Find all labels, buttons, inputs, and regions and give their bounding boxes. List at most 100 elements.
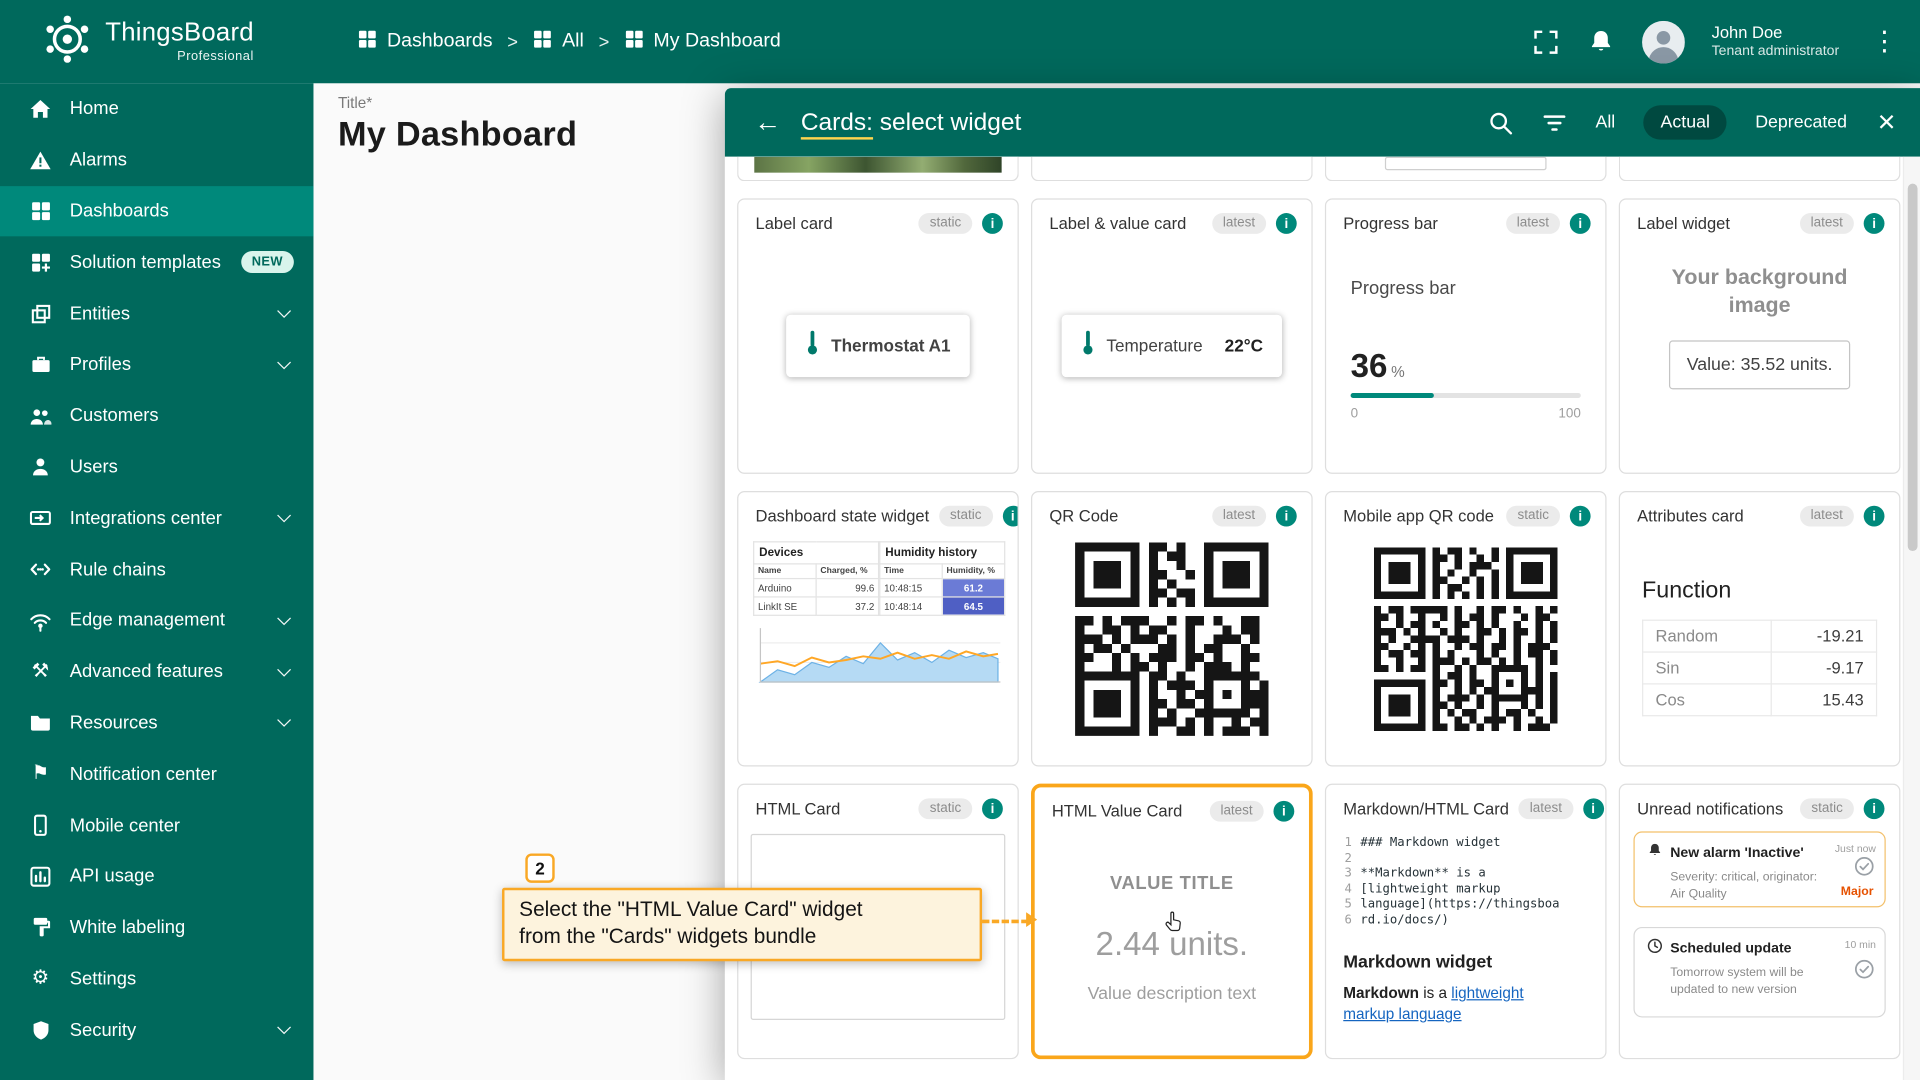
widget-card-title: Label & value card <box>1049 214 1186 232</box>
user-role: Tenant administrator <box>1712 43 1840 61</box>
info-icon[interactable]: i <box>1276 213 1297 234</box>
widget-card-label-value-card[interactable]: Label & value card latest i Temperature … <box>1031 198 1313 474</box>
sidebar-item-label: Mobile center <box>70 815 180 836</box>
info-icon[interactable]: i <box>1583 798 1604 819</box>
sidebar-item-security[interactable]: Security <box>0 1005 313 1056</box>
widget-card-qr-code[interactable]: QR Code latest i <box>1031 491 1313 767</box>
info-icon[interactable]: i <box>1864 506 1885 527</box>
table-row: LinkIt SE 37.2 <box>754 597 879 615</box>
breadcrumb-all[interactable]: All <box>533 29 584 55</box>
widget-card-progress-bar[interactable]: Progress bar latest i Progress bar 36% 0… <box>1325 198 1607 474</box>
brand[interactable]: ThingsBoard Professional <box>0 13 313 71</box>
state-tables: Devices Name Charged, % Arduino 99.6 <box>753 541 1005 616</box>
sidebar-item-api-usage[interactable]: API usage <box>0 851 313 902</box>
device-label: Thermostat A1 <box>831 336 950 356</box>
user-info[interactable]: John Doe Tenant administrator <box>1712 22 1840 62</box>
sidebar-item-rule-chains[interactable]: Rule chains <box>0 544 313 595</box>
sidebar-item-notification-center[interactable]: ⚑ Notification center <box>0 749 313 800</box>
info-icon[interactable]: i <box>1864 213 1885 234</box>
dashboards-grid-icon <box>27 201 54 222</box>
breadcrumb-dashboards[interactable]: Dashboards <box>358 29 493 55</box>
widget-type-badge: latest <box>1519 798 1573 819</box>
widget-card-title: Progress bar <box>1343 214 1438 232</box>
sidebar-item-edge-management[interactable]: Edge management <box>0 595 313 646</box>
info-icon[interactable]: i <box>1864 798 1885 819</box>
integration-input-icon <box>27 507 54 529</box>
widget-card-label-card[interactable]: Label card static i Thermostat A1 <box>737 198 1019 474</box>
sidebar-item-settings[interactable]: ⚙ Settings <box>0 953 313 1004</box>
dialog-actions: All Actual Deprecated × <box>1488 105 1920 139</box>
info-icon[interactable]: i <box>1002 506 1018 527</box>
info-icon[interactable]: i <box>1570 213 1591 234</box>
notifications-bell-icon[interactable] <box>1587 28 1615 56</box>
widget-card-markdown-html-card[interactable]: Markdown/HTML Card latest i 1### Markdow… <box>1325 784 1607 1060</box>
info-icon[interactable]: i <box>1273 801 1294 822</box>
qr-code-image <box>1374 547 1558 731</box>
scrollbar-thumb[interactable] <box>1907 184 1917 551</box>
thermometer-icon <box>1081 329 1094 362</box>
bell-icon <box>1647 842 1663 864</box>
partial-widget-card[interactable] <box>737 157 1019 181</box>
widget-type-badge: static <box>919 213 972 234</box>
sidebar-item-white-labeling[interactable]: White labeling <box>0 902 313 953</box>
filter-chip-actual[interactable]: Actual <box>1643 105 1727 139</box>
sidebar-item-mobile-center[interactable]: Mobile center <box>0 800 313 851</box>
back-arrow-icon[interactable]: ← <box>754 107 781 139</box>
mini-line-chart <box>753 623 1005 689</box>
widget-card-mobile-qr-code[interactable]: Mobile app QR code static i <box>1325 491 1607 767</box>
chevron-down-icon <box>277 611 291 625</box>
search-icon[interactable] <box>1488 110 1514 136</box>
tutorial-step-badge: 2 <box>525 853 554 882</box>
sidebar-item-advanced-features[interactable]: ⚒ Advanced features <box>0 646 313 697</box>
chevron-down-icon <box>277 662 291 676</box>
entities-icon <box>27 303 54 324</box>
bundle-name[interactable]: Cards: <box>801 108 873 139</box>
sidebar-item-dashboards[interactable]: Dashboards <box>0 186 313 237</box>
widget-card-attributes-card[interactable]: Attributes card latest i Function Random… <box>1619 491 1901 767</box>
user-avatar[interactable] <box>1642 20 1685 63</box>
sidebar-item-home[interactable]: Home <box>0 83 313 134</box>
info-icon[interactable]: i <box>982 213 1003 234</box>
info-icon[interactable]: i <box>982 798 1003 819</box>
sidebar-item-label: Notification center <box>70 764 217 785</box>
table-row: Arduino 99.6 <box>754 579 879 597</box>
widget-card-label-widget[interactable]: Label widget latest i Your background im… <box>1619 198 1901 474</box>
sidebar-item-alarms[interactable]: Alarms <box>0 134 313 185</box>
chevron-down-icon <box>277 509 291 523</box>
info-icon[interactable]: i <box>1570 506 1591 527</box>
filter-icon[interactable] <box>1542 110 1568 136</box>
partial-widget-card[interactable] <box>1619 157 1901 181</box>
markdown-preview-paragraph: Markdown is a lightweight markup languag… <box>1343 983 1578 1024</box>
chevron-down-icon <box>277 304 291 318</box>
widget-type-badge: latest <box>1209 801 1263 822</box>
partial-widget-card[interactable] <box>1325 157 1607 181</box>
sidebar-item-entities[interactable]: Entities <box>0 288 313 339</box>
close-icon[interactable]: × <box>1878 107 1896 138</box>
widget-card-unread-notifications[interactable]: Unread notifications static i New alarm … <box>1619 784 1901 1060</box>
label-value-preview: Temperature 22°C <box>1061 314 1282 376</box>
widget-card-dashboard-state[interactable]: Dashboard state widget static i Devices … <box>737 491 1019 767</box>
sidebar-item-users[interactable]: Users <box>0 442 313 493</box>
sidebar-item-resources[interactable]: Resources <box>0 697 313 748</box>
info-icon[interactable]: i <box>1276 506 1297 527</box>
value-title: VALUE TITLE <box>1035 873 1309 894</box>
sidebar-item-integrations-center[interactable]: Integrations center <box>0 493 313 544</box>
widget-card-title: HTML Value Card <box>1052 802 1182 820</box>
breadcrumb-label: Dashboards <box>387 31 493 53</box>
sidebar-item-profiles[interactable]: Profiles <box>0 339 313 390</box>
fullscreen-icon[interactable] <box>1532 28 1560 56</box>
breadcrumb: Dashboards > All > My Dashboard <box>358 29 781 55</box>
partial-widget-card[interactable] <box>1031 157 1313 181</box>
sidebar-item-solution-templates[interactable]: Solution templates NEW <box>0 237 313 288</box>
table-row: 10:48:14 64.5 <box>880 597 1005 615</box>
sidebar-item-customers[interactable]: Customers <box>0 390 313 441</box>
people-icon <box>27 405 54 427</box>
sidebar-item-label: Security <box>70 1020 136 1041</box>
breadcrumb-my-dashboard[interactable]: My Dashboard <box>624 29 781 55</box>
sidebar-item-label: Settings <box>70 968 136 989</box>
dialog-scrollbar[interactable] <box>1903 157 1920 1080</box>
filter-chip-all[interactable]: All <box>1595 113 1615 133</box>
dialog-title-rest: select widget <box>880 108 1022 135</box>
kebab-menu-icon[interactable]: ⋮ <box>1866 26 1903 58</box>
filter-chip-deprecated[interactable]: Deprecated <box>1755 113 1847 133</box>
